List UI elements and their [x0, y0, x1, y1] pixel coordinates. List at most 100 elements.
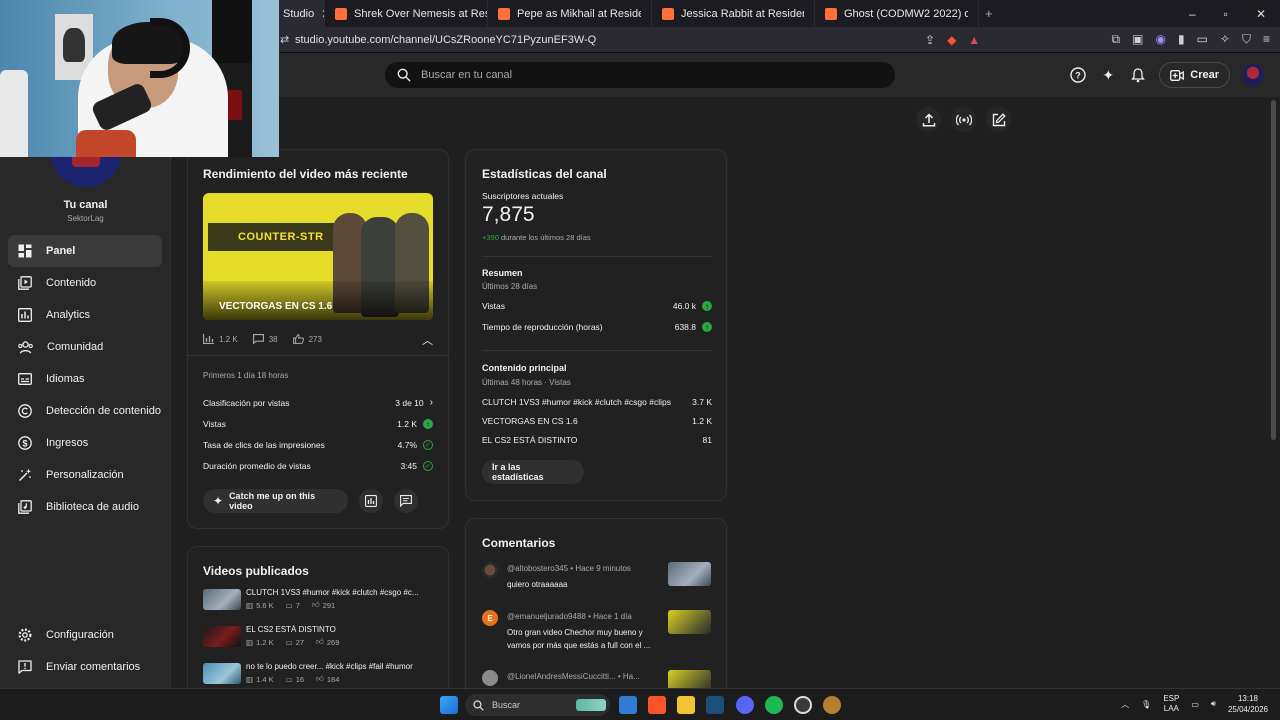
list-item[interactable]: EL CS2 ESTÁ DISTINTO ▥ 1.2 K ▭ 27 👍︎ 269: [203, 624, 438, 650]
sidebar-item-label: Panel: [46, 245, 76, 257]
photos-app-icon[interactable]: [619, 696, 637, 714]
broadcast-icon: [955, 114, 972, 125]
tab-shrek[interactable]: Shrek Over Nemesis at Resident Evil: [325, 0, 488, 27]
obs-icon[interactable]: [794, 696, 812, 714]
metric-views: Vistas 1.2 K ↑: [203, 419, 433, 429]
list-item[interactable]: CLUTCH 1VS3 #humor #kick #clutch #csgo #…: [203, 587, 438, 613]
dollar-icon: $: [18, 436, 32, 450]
sidebar-item-label: Biblioteca de audio: [46, 501, 139, 513]
close-window-icon[interactable]: ✕: [1256, 7, 1266, 21]
thumbs-up-icon: 👍︎: [311, 600, 320, 609]
gear-icon: [18, 628, 32, 642]
page-scrollbar[interactable]: [1271, 100, 1276, 440]
reader-icon[interactable]: ▣: [1132, 32, 1143, 47]
leo-icon[interactable]: ✧: [1220, 32, 1230, 47]
top-content-row[interactable]: VECTORGAS EN CS 1.6 1.2 K: [482, 416, 712, 426]
go-to-analytics-button[interactable]: Ir a las estadísticas: [482, 460, 584, 484]
sidebar-item-deteccion[interactable]: Detección de contenido: [8, 395, 162, 427]
discord-icon[interactable]: [736, 696, 754, 714]
minimize-icon[interactable]: –: [1189, 7, 1196, 21]
chevron-up-icon[interactable]: ︿: [422, 332, 433, 348]
sidebar-item-panel[interactable]: Panel: [8, 235, 162, 267]
volume-icon[interactable]: 🔊︎: [1211, 699, 1216, 709]
sidebar-item-ingresos[interactable]: $ Ingresos: [8, 427, 162, 459]
display-icon[interactable]: ▭: [1191, 700, 1199, 709]
steam-icon[interactable]: [706, 696, 724, 714]
webcam-mug: [76, 130, 136, 157]
catch-up-button[interactable]: ✦ Catch me up on this video: [203, 489, 348, 513]
tab-pepe[interactable]: Pepe as Mikhail at Resident Evil 3 (20: [488, 0, 652, 27]
comment-item[interactable]: @LionelAndresMessiCuccitti... • Ha...: [482, 670, 712, 688]
list-item[interactable]: no te lo puedo creer... #kick #clips #fa…: [203, 661, 438, 687]
clock-date: 25/04/2026: [1227, 705, 1268, 714]
video-comments-button[interactable]: [394, 489, 418, 513]
channel-search[interactable]: Buscar en tu canal: [385, 62, 895, 88]
microphone-icon[interactable]: 🎙︎: [1141, 700, 1151, 709]
site-info-icon[interactable]: ⇄: [280, 33, 289, 46]
comment-author: @LionelAndresMessiCuccitti...: [507, 672, 616, 681]
video-analytics-button[interactable]: [359, 489, 383, 513]
upload-button[interactable]: [916, 107, 941, 132]
maximize-icon[interactable]: ▫: [1224, 7, 1228, 21]
metric-rank[interactable]: Clasificación por vistas 3 de 10 ›: [203, 397, 433, 408]
top-content-row[interactable]: CLUTCH 1VS3 #humor #kick #clutch #csgo #…: [482, 397, 712, 407]
vpn-icon[interactable]: ◉: [1155, 32, 1165, 47]
taskbar: Buscar ︿ 🎙︎ ESP LAA ▭ 🔊︎ 13:18 25/04/202…: [0, 688, 1280, 720]
sidebar-item-contenido[interactable]: Contenido: [8, 267, 162, 299]
game-app-icon[interactable]: [823, 696, 841, 714]
go-live-button[interactable]: [951, 107, 976, 132]
spotify-icon[interactable]: [765, 696, 783, 714]
channel-name: Tu canal: [63, 199, 108, 211]
top-content-row[interactable]: EL CS2 ESTÁ DISTINTO 81: [482, 435, 712, 445]
sidebar-toggle-icon[interactable]: ▮: [1178, 32, 1185, 47]
views-count: 1.4 K: [256, 674, 274, 684]
tab-jessica[interactable]: Jessica Rabbit at Resident Evil 3 (202: [652, 0, 815, 27]
menu-icon[interactable]: ≡: [1263, 32, 1270, 47]
sidebar-item-configuracion[interactable]: Configuración: [8, 619, 162, 651]
shield-icon[interactable]: ⛉: [1242, 32, 1251, 47]
extensions-toolbar: ⧉ ▣ ◉ ▮ ▭ ✧ ⛉ ≡: [1112, 32, 1270, 47]
arrow-up-icon: ↑: [702, 322, 712, 332]
brave-browser-icon[interactable]: [648, 696, 666, 714]
create-post-button[interactable]: [986, 107, 1011, 132]
sidebar-item-label: Personalización: [46, 469, 124, 481]
webcam-overlay: [0, 0, 279, 157]
views-count: 1.2 K: [256, 637, 274, 647]
sidebar-item-personalizacion[interactable]: Personalización: [8, 459, 162, 491]
video-stats: ▥ 1.2 K ▭ 27 👍︎ 269: [246, 637, 339, 647]
file-explorer-icon[interactable]: [677, 696, 695, 714]
sparkle-icon[interactable]: ✦: [1099, 66, 1117, 84]
search-input[interactable]: Buscar en tu canal: [421, 69, 512, 81]
latest-video-thumbnail[interactable]: COUNTER-STR VECTORGAS EN CS 1.6: [203, 193, 433, 320]
tab-studio[interactable]: Studio ✕: [279, 0, 325, 27]
taskbar-search[interactable]: Buscar: [465, 694, 610, 716]
share-icon[interactable]: ⇪: [925, 33, 935, 47]
sidebar-item-analytics[interactable]: Analytics: [8, 299, 162, 331]
comment-icon: [400, 495, 412, 507]
likes-count: 184: [326, 674, 340, 684]
bell-icon[interactable]: [1129, 66, 1147, 84]
account-avatar[interactable]: [1242, 64, 1264, 86]
clock[interactable]: 13:18 25/04/2026: [1228, 693, 1268, 715]
language-indicator[interactable]: ESP LAA: [1163, 694, 1179, 714]
tab-label: Studio: [283, 7, 315, 20]
windows-start-icon[interactable]: [440, 696, 458, 714]
extensions-icon[interactable]: ⧉: [1112, 32, 1121, 47]
sidebar-item-idiomas[interactable]: Idiomas: [8, 363, 162, 395]
new-tab-icon[interactable]: +: [985, 6, 993, 21]
comment-item[interactable]: @altobostero345 • Hace 9 minutos quiero …: [482, 562, 712, 602]
rewards-icon[interactable]: ▲: [968, 33, 980, 47]
url-text[interactable]: studio.youtube.com/channel/UCsZRooneYC71…: [295, 34, 596, 46]
help-icon[interactable]: ?: [1069, 66, 1087, 84]
sidebar-item-biblioteca[interactable]: Biblioteca de audio: [8, 491, 162, 523]
wallet-icon[interactable]: ▭: [1197, 32, 1208, 47]
comment-item[interactable]: E @emanueljurado9488 • Hace 1 día Otro g…: [482, 610, 712, 660]
sidebar-item-enviar-comentarios[interactable]: Enviar comentarios: [8, 651, 162, 683]
chevron-up-icon[interactable]: ︿: [1121, 699, 1129, 710]
top-content-period: Últimas 48 horas · Vistas: [482, 378, 571, 387]
comment-author: @altobostero345: [507, 564, 569, 573]
sidebar-item-comunidad[interactable]: Comunidad: [8, 331, 162, 363]
tab-ghost[interactable]: Ghost (CODMW2 2022) over Carlos: [815, 0, 979, 27]
create-button[interactable]: Crear: [1159, 62, 1230, 88]
brave-shield-icon[interactable]: ◆: [947, 33, 956, 47]
